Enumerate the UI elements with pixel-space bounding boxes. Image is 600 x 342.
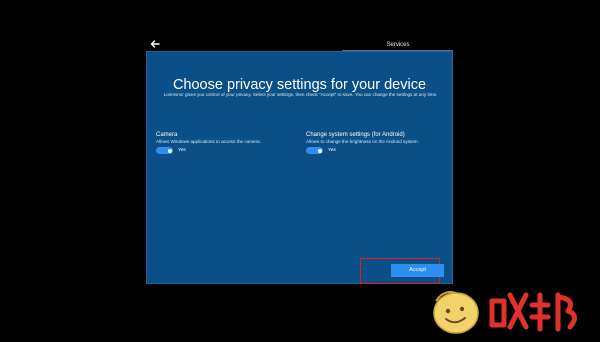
- toggle-knob: [317, 148, 322, 153]
- back-button[interactable]: [149, 37, 161, 49]
- privacy-settings-panel: Choose privacy settings for your device …: [146, 51, 453, 284]
- setting-title: Camera: [156, 132, 178, 138]
- setting-title: Change system settings (for Android): [306, 132, 405, 138]
- toggle-state-label: Yes: [328, 148, 336, 153]
- setting-system-settings: Change system settings (for Android) All…: [306, 132, 456, 154]
- toggle-state-label: Yes: [178, 148, 186, 153]
- accept-button[interactable]: Accept: [391, 264, 444, 277]
- page-title: Choose privacy settings for your device: [172, 77, 427, 93]
- site-watermark-logo: [430, 285, 600, 337]
- arrow-left-icon: [150, 40, 160, 48]
- toggle-row: Yes: [156, 147, 306, 154]
- setting-description: Allows to change the brightness on the A…: [306, 139, 419, 144]
- page-description: LonHonor gives you control of your priva…: [163, 92, 438, 97]
- toggle-knob: [167, 148, 172, 153]
- setting-camera: Camera Allows Windows applications to ac…: [156, 132, 306, 154]
- setting-description: Allows Windows applications to access th…: [156, 139, 261, 144]
- toggle-row: Yes: [306, 147, 456, 154]
- camera-toggle[interactable]: [156, 147, 173, 154]
- system-settings-toggle[interactable]: [306, 147, 323, 154]
